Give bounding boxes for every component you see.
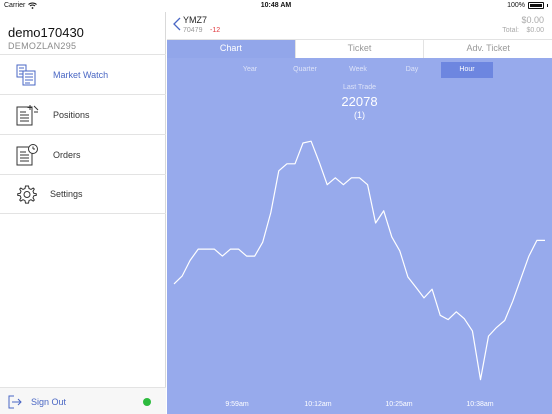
sidebar-item-label: Positions <box>53 109 90 120</box>
sidebar-item-orders[interactable]: Orders <box>0 134 166 174</box>
market-watch-icon <box>16 64 36 86</box>
sidebar-item-positions[interactable]: Positions <box>0 94 166 134</box>
positions-icon <box>16 105 39 126</box>
price-series-line <box>173 140 545 381</box>
account-id: DEMOZLAN295 <box>8 41 77 51</box>
account-balance: $0.00 <box>521 15 544 25</box>
sidebar-item-label: Market Watch <box>53 69 109 80</box>
battery-tip <box>547 4 548 7</box>
status-bar: Carrier 10:48 AM 100% <box>0 0 552 12</box>
instrument-last-price: 70479 <box>183 27 203 34</box>
sidebar-item-market-watch[interactable]: Market Watch <box>0 54 166 94</box>
tab-adv-ticket[interactable]: Adv. Ticket <box>423 40 552 58</box>
battery-icon <box>528 2 544 9</box>
sidebar-item-label: Settings <box>50 189 83 199</box>
tab-chart[interactable]: Chart <box>167 40 295 58</box>
sidebar-menu: Market Watch Positions Orders Settings <box>0 54 166 214</box>
clock: 10:48 AM <box>260 2 292 9</box>
sidebar-footer: Sign Out <box>0 387 166 414</box>
sidebar-item-settings[interactable]: Settings <box>0 174 166 214</box>
x-tick-label: 10:12am <box>304 401 332 408</box>
sidebar-item-label: Orders <box>53 149 81 160</box>
back-chevron-icon[interactable] <box>173 17 181 31</box>
chart-area: Year Quarter Week Day Hour Last Trade 22… <box>167 58 552 414</box>
connection-status-indicator <box>143 398 151 406</box>
total-label: Total: <box>502 27 519 34</box>
price-chart[interactable] <box>167 58 552 414</box>
account-name: demo170430 <box>8 25 84 40</box>
gear-icon <box>17 185 37 204</box>
sidebar: demo170430 DEMOZLAN295 Market Watch Posi… <box>0 12 166 414</box>
main-panel: YMZ7 70479 -12 $0.00 Total: $0.00 Chart … <box>167 12 552 414</box>
instrument-change: -12 <box>210 27 221 34</box>
x-tick-label: 9:59am <box>225 401 249 408</box>
battery-status: 100% <box>507 2 548 9</box>
instrument-header: YMZ7 70479 -12 $0.00 Total: $0.00 <box>167 12 552 39</box>
view-tabs: Chart Ticket Adv. Ticket <box>167 39 552 58</box>
tab-ticket[interactable]: Ticket <box>294 40 424 58</box>
sign-out-icon <box>8 395 22 409</box>
sign-out-button[interactable]: Sign Out <box>31 397 66 407</box>
instrument-symbol: YMZ7 <box>183 15 208 25</box>
battery-percent: 100% <box>507 2 525 9</box>
total-value: $0.00 <box>526 27 544 34</box>
x-tick-label: 10:38am <box>466 401 494 408</box>
orders-icon <box>16 144 38 166</box>
x-tick-label: 10:25am <box>385 401 413 408</box>
